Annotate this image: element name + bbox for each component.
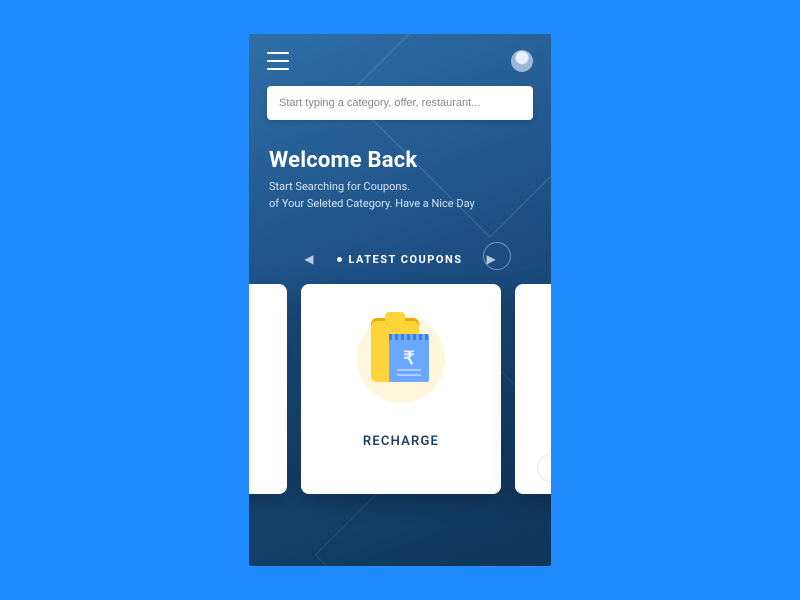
coupon-card-recharge[interactable]: ₹ RECHARGE xyxy=(301,284,501,494)
search-input[interactable] xyxy=(267,86,533,120)
recharge-icon: ₹ xyxy=(359,312,443,406)
coupons-header: ◀ LATEST COUPONS ▶ xyxy=(249,252,551,266)
app-screen: Welcome Back Start Searching for Coupons… xyxy=(249,34,551,566)
coupons-section-label: LATEST COUPONS xyxy=(337,253,462,266)
bullet-icon xyxy=(337,257,342,262)
carousel-prev-icon[interactable]: ◀ xyxy=(304,252,313,266)
carousel-next-icon[interactable]: ▶ xyxy=(487,252,496,266)
page-title: Welcome Back xyxy=(269,148,531,173)
top-bar xyxy=(249,34,551,80)
welcome-block: Welcome Back Start Searching for Coupons… xyxy=(249,120,551,212)
welcome-subtitle-line1: Start Searching for Coupons. xyxy=(269,179,531,196)
search-container xyxy=(249,80,551,120)
welcome-subtitle-line2: of Your Seleted Category. Have a Nice Da… xyxy=(269,196,531,213)
coupon-card[interactable] xyxy=(249,284,287,494)
rupee-glyph: ₹ xyxy=(389,348,429,369)
coupons-section-text: LATEST COUPONS xyxy=(348,253,462,266)
avatar[interactable] xyxy=(511,50,533,72)
coupon-card[interactable] xyxy=(515,284,551,494)
coupon-card-title: RECHARGE xyxy=(363,434,439,449)
hamburger-menu-icon[interactable] xyxy=(267,52,289,70)
coupons-carousel[interactable]: ₹ RECHARGE xyxy=(249,284,389,494)
